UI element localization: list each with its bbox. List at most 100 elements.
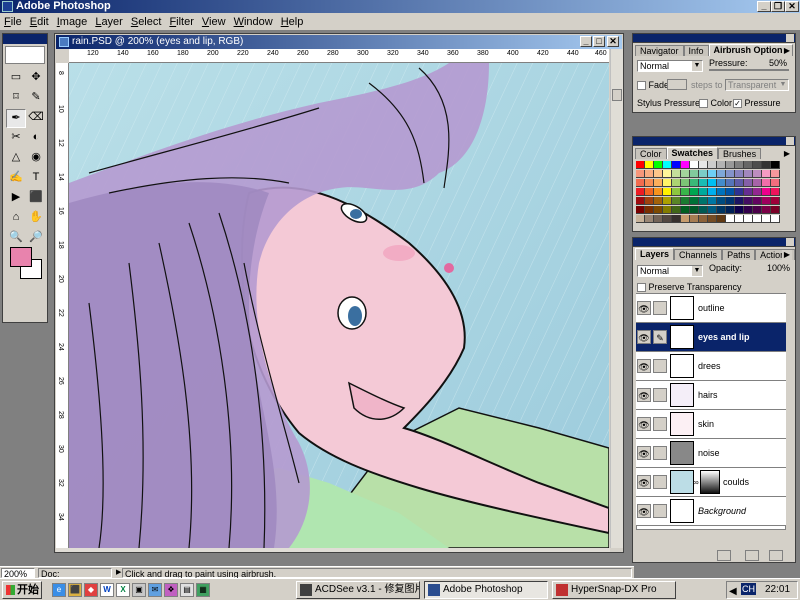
color-swatch[interactable] (762, 215, 771, 223)
color-swatch[interactable] (699, 161, 708, 169)
color-swatch[interactable] (735, 206, 744, 214)
color-swatch[interactable] (735, 170, 744, 178)
menu-layer[interactable]: Layer (91, 16, 127, 28)
color-swatch[interactable] (699, 206, 708, 214)
color-swatch[interactable] (708, 170, 717, 178)
color-swatch[interactable] (753, 197, 762, 205)
palette-close-icon[interactable] (786, 137, 794, 145)
color-swatch[interactable] (753, 179, 762, 187)
restore-button[interactable]: ❐ (771, 1, 785, 12)
color-swatch[interactable] (762, 161, 771, 169)
magic-wand-tool-icon[interactable]: ✎ (26, 89, 46, 108)
layer-row-noise[interactable]: 👁 noise (636, 439, 786, 468)
layer-row-hairs[interactable]: 👁 hairs (636, 381, 786, 410)
tab-paths[interactable]: Paths (722, 249, 756, 260)
palette-close-icon[interactable] (786, 238, 794, 246)
input-language-indicator[interactable]: CH (741, 583, 756, 595)
layer-row-eyes-and-lip[interactable]: 👁 ✎ eyes and lip (636, 323, 786, 352)
doc-maximize-button[interactable]: □ (593, 36, 605, 47)
color-swatch[interactable] (708, 197, 717, 205)
color-swatch[interactable] (771, 188, 780, 196)
color-swatch[interactable] (636, 206, 645, 214)
menu-image[interactable]: Image (53, 16, 92, 28)
eye-icon[interactable]: 👁 (637, 417, 651, 431)
color-swatch[interactable] (708, 206, 717, 214)
color-swatch[interactable] (717, 161, 726, 169)
marquee-tool-icon[interactable]: ▭ (6, 69, 26, 88)
color-swatch[interactable] (690, 206, 699, 214)
color-swatch[interactable] (690, 197, 699, 205)
type-tool-icon[interactable]: T (26, 169, 46, 188)
toolbox-logo[interactable] (5, 46, 45, 64)
menu-help[interactable]: Help (277, 16, 308, 28)
palette-title-bar[interactable] (633, 137, 795, 146)
color-swatch[interactable] (771, 197, 780, 205)
color-swatch[interactable] (681, 197, 690, 205)
color-swatch[interactable] (681, 161, 690, 169)
move-tool-icon[interactable]: ✥ (26, 69, 46, 88)
eye-icon[interactable]: 👁 (637, 301, 651, 315)
screen-mode-full-menu-icon[interactable] (19, 304, 32, 318)
pressure-value[interactable]: 50% (769, 58, 787, 68)
color-swatch[interactable] (771, 206, 780, 214)
menu-filter[interactable]: Filter (165, 16, 197, 28)
layer-blend-mode-dropdown[interactable]: Normal ▼ (637, 265, 703, 277)
screen-mode-standard-icon[interactable] (5, 304, 18, 318)
color-swatch[interactable] (699, 179, 708, 187)
status-arrow-icon[interactable]: ▶ (114, 568, 121, 578)
layer-row-skin[interactable]: 👁 skin (636, 410, 786, 439)
color-swatch[interactable] (735, 179, 744, 187)
stamp-tool-icon[interactable]: △ (6, 149, 26, 168)
color-swatch[interactable] (663, 215, 672, 223)
lasso-tool-icon[interactable]: ⌑ (6, 89, 26, 108)
tab-info[interactable]: Info (683, 45, 709, 56)
color-swatch[interactable] (672, 215, 681, 223)
smudge-tool-icon[interactable]: ◉ (26, 149, 46, 168)
excel-icon[interactable]: X (116, 583, 130, 597)
task-photoshop[interactable]: Adobe Photoshop (424, 581, 548, 599)
quick-mask-on-icon[interactable] (28, 286, 44, 300)
color-swatch[interactable] (663, 206, 672, 214)
palette-close-icon[interactable] (786, 34, 794, 42)
color-swatch[interactable] (654, 197, 663, 205)
color-swatch[interactable] (762, 197, 771, 205)
color-swatch[interactable] (771, 161, 780, 169)
color-swatch[interactable] (645, 197, 654, 205)
color-swatch[interactable] (663, 197, 672, 205)
color-swatch[interactable] (726, 215, 735, 223)
doc-close-button[interactable]: ✕ (607, 36, 619, 47)
color-swatch[interactable] (771, 170, 780, 178)
horizontal-scrollbar[interactable] (56, 548, 610, 552)
palette-title-bar[interactable] (633, 238, 795, 247)
close-button[interactable]: ✕ (785, 1, 799, 12)
color-swatch[interactable] (726, 161, 735, 169)
eye-icon[interactable]: 👁 (637, 446, 651, 460)
color-swatch[interactable] (726, 170, 735, 178)
paintbrush-tool-icon[interactable]: ⌫ (26, 109, 46, 128)
color-swatch[interactable] (726, 206, 735, 214)
palette-menu-arrow-icon[interactable]: ▶ (782, 46, 792, 56)
color-swatch[interactable] (681, 215, 690, 223)
color-swatch[interactable] (672, 179, 681, 187)
toolbox-title-bar[interactable] (3, 34, 47, 44)
color-swatch[interactable] (645, 206, 654, 214)
menu-edit[interactable]: Edit (26, 16, 53, 28)
doc-minimize-button[interactable]: _ (580, 36, 592, 47)
menu-window[interactable]: Window (230, 16, 277, 28)
speaker-icon[interactable]: ◀ (729, 584, 737, 600)
color-swatch[interactable] (771, 179, 780, 187)
color-swatch[interactable] (735, 188, 744, 196)
color-swatch[interactable] (753, 161, 762, 169)
link-slot[interactable] (653, 301, 667, 315)
color-swatch[interactable] (690, 179, 699, 187)
preserve-transparency-checkbox[interactable] (637, 283, 646, 293)
link-slot[interactable] (653, 504, 667, 518)
tab-navigator[interactable]: Navigator (635, 45, 684, 56)
tab-airbrush-options[interactable]: Airbrush Options (708, 44, 793, 56)
layer-row-coulds[interactable]: 👁 ∞ coulds (636, 468, 786, 497)
color-swatch[interactable] (672, 206, 681, 214)
stylus-color-checkbox[interactable] (699, 99, 708, 109)
color-swatch[interactable] (636, 197, 645, 205)
opacity-value[interactable]: 100% (767, 263, 790, 273)
color-swatch[interactable] (654, 206, 663, 214)
